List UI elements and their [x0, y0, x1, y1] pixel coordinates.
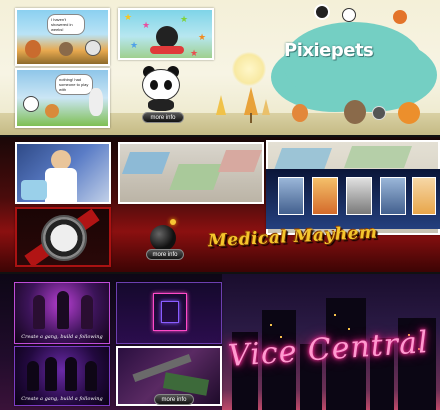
cash-stack-icon: [162, 372, 210, 396]
medical-mayhem-logo: Medical Mayhem: [207, 222, 379, 252]
character-card: [412, 177, 436, 215]
character-card: [346, 177, 372, 215]
lion-pet-icon: [45, 104, 59, 118]
character-card-strip: [266, 169, 440, 229]
character-card: [380, 177, 406, 215]
sun-glow: [232, 52, 266, 86]
star-icon: ★: [142, 20, 151, 30]
doctor-coat: [45, 168, 77, 202]
star-icon: ★: [190, 48, 199, 58]
character-card: [278, 177, 304, 215]
doctor-head: [51, 150, 71, 170]
hospital-room: [121, 152, 171, 174]
vice-central-screenshot-1[interactable]: Create a gang, build a following: [14, 282, 110, 344]
hospital-room: [273, 148, 333, 170]
tiger-pet-icon: [398, 102, 420, 124]
vice-central-banner[interactable]: Create a gang, build a following Create …: [0, 274, 440, 410]
pixiepets-logo: Pixiepets: [284, 40, 374, 61]
neon-building-icon: [161, 301, 179, 323]
star-icon: ★: [180, 14, 189, 24]
pixiepets-more-info-button[interactable]: more info: [142, 112, 184, 123]
medical-mayhem-more-info-button[interactable]: more info: [146, 249, 184, 260]
gang-member: [33, 295, 45, 329]
pixiepets-screenshot-1[interactable]: I haven't showered in weeks!: [15, 8, 110, 66]
panda-pet-icon: [85, 40, 101, 56]
bomb-fuse-spark: [170, 219, 176, 225]
character-card: [312, 177, 338, 215]
panda-pet-icon: [23, 96, 39, 112]
pixiepets-screenshot-2[interactable]: ★ ★ ★ ★ ★ ★: [118, 8, 214, 60]
penguin-mascot-icon: [314, 4, 330, 20]
medical-mayhem-screenshot-4[interactable]: [15, 207, 111, 267]
raccoon-pet-icon: [372, 106, 386, 120]
tagline-caption: Create a gang, build a following: [21, 334, 103, 340]
vice-central-screenshot-2[interactable]: [116, 282, 222, 344]
vice-central-more-info-button[interactable]: more info: [154, 394, 194, 405]
bear-pet-icon: [344, 100, 366, 124]
gang-member: [45, 357, 57, 391]
gang-member: [27, 361, 39, 391]
patient-bed: [21, 180, 47, 200]
gang-member: [65, 357, 77, 391]
fox-pet-icon: [25, 40, 41, 58]
pixiepets-screenshot-3[interactable]: nothing! had someone to play with: [15, 68, 110, 128]
lion-pet-icon: [292, 104, 308, 122]
medical-mayhem-screenshot-2[interactable]: [118, 142, 264, 204]
window-light: [334, 314, 336, 316]
pixiepets-banner[interactable]: I haven't showered in weeks! ★ ★ ★ ★ ★ ★…: [0, 0, 440, 135]
star-icon: ★: [130, 40, 139, 50]
vice-central-screenshot-3[interactable]: Create a gang, build a following: [14, 346, 110, 406]
speech-bubble: nothing! had someone to play with: [55, 74, 93, 95]
medical-mayhem-banner[interactable]: more info Medical Mayhem: [0, 137, 440, 272]
window-light: [270, 324, 272, 326]
bomb-icon: [150, 225, 176, 251]
gang-member: [81, 295, 93, 329]
hospital-room: [217, 150, 262, 172]
tagline-caption: Create a gang, build a following: [21, 396, 103, 402]
tree-icon: [216, 95, 226, 115]
hospital-room: [343, 146, 413, 168]
pet-bed: [150, 46, 184, 54]
stopwatch-icon: [41, 215, 87, 261]
speech-bubble: I haven't showered in weeks!: [47, 14, 85, 35]
monkey-pet-icon: [59, 42, 73, 56]
medical-mayhem-screenshot-1[interactable]: [15, 142, 111, 204]
fox-mascot-icon: [393, 10, 407, 24]
mole-pet-icon: [156, 26, 178, 48]
tree-icon: [244, 87, 258, 115]
star-icon: ★: [124, 12, 133, 22]
star-icon: ★: [198, 32, 207, 42]
logo-cloud: [283, 22, 423, 104]
gang-member: [85, 361, 97, 391]
gang-member: [57, 291, 69, 329]
tree-trunk: [250, 113, 252, 123]
hospital-room: [169, 164, 223, 190]
panda-mascot-icon: [342, 8, 356, 22]
tree-icon: [262, 99, 270, 115]
penguin-pet-icon: [89, 88, 103, 116]
